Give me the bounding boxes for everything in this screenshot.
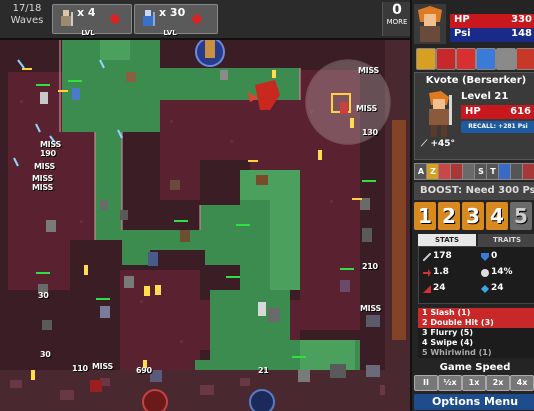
skill-tab[interactable] <box>522 163 534 180</box>
hero-info-box: Kvote (Berserker) Level 21 HP 616 RECALL… <box>414 72 534 160</box>
enemy-group-1[interactable]: x 4 LVL 43 <box>52 4 132 65</box>
hp-value: 330 <box>511 14 532 25</box>
combat-text: MISS <box>358 66 379 75</box>
lightning-ability-icon[interactable] <box>416 48 436 70</box>
hero-level: Level 21 <box>461 91 509 102</box>
stat-evade: 14% <box>491 267 513 277</box>
enemy-unit-icon <box>61 10 73 26</box>
sword-icon: ⟋ <box>421 139 428 149</box>
stat-psi: 24 <box>491 283 504 293</box>
skill-item-double-hit[interactable]: 2 Double Hit (3) <box>418 318 534 328</box>
hero-panel: HP 330 Psi 148 Kvote (Berserker) Level 2… <box>410 0 534 411</box>
game-speed-label: Game Speed <box>439 362 511 373</box>
hp-label: HP <box>454 14 470 25</box>
combat-text: MISS <box>92 362 113 371</box>
skill-tab-row: A Z S T <box>414 162 534 180</box>
stats-tabs: STATS TRAITS <box>418 234 534 246</box>
shield-icon <box>481 253 489 261</box>
stat-range: 24 <box>433 283 446 293</box>
enemy-group-count: x 30 <box>159 6 186 19</box>
hero-sprite <box>429 91 452 137</box>
stat-defense: 0 <box>491 251 498 261</box>
boost-status: BOOST: Need 300 Psi <box>414 182 534 200</box>
combat-text: MISS MISS <box>32 174 53 192</box>
skill-level-row: 1 2 3 4 5 <box>414 202 534 232</box>
level-button[interactable]: 2 <box>438 202 460 230</box>
speed-4x-button[interactable]: 4x <box>510 375 534 391</box>
pause-button[interactable]: II <box>414 375 438 391</box>
level-button[interactable]: 4 <box>486 202 508 230</box>
skill-item-whirlwind[interactable]: 5 Whirlwind (1) <box>418 348 534 358</box>
tab-stats[interactable]: STATS <box>418 234 476 246</box>
options-menu-button[interactable]: Options Menu <box>414 394 534 410</box>
enemy-unit-icon <box>143 10 155 26</box>
skill-item-swipe[interactable]: 4 Swipe (4) <box>418 338 534 348</box>
combat-text: MISS <box>360 304 381 313</box>
fire-ability-icon[interactable] <box>516 48 534 70</box>
level-button[interactable]: 5 <box>510 202 532 230</box>
combat-text: 210 <box>362 262 378 271</box>
sword-icon <box>423 253 431 261</box>
hero-hp-value: 616 <box>510 106 531 117</box>
health-cross-icon <box>192 14 202 24</box>
combat-text: 130 <box>362 128 378 137</box>
skill-item-flurry[interactable]: 3 Flurry (5) <box>418 328 534 338</box>
combat-text: 30 <box>40 350 51 359</box>
wave-number: 17/18 <box>12 3 42 14</box>
stat-speed: 1.8 <box>433 267 449 277</box>
skill-item-slash[interactable]: 1 Slash (1) <box>418 308 534 318</box>
wave-label: Waves <box>10 15 44 26</box>
hero-hp-bar: HP 330 <box>450 14 534 28</box>
more-waves-button[interactable]: 0 MORE <box>382 2 411 36</box>
psi-value: 148 <box>511 28 532 39</box>
wave-counter: 17/18 Waves <box>4 3 50 27</box>
enemy-group-count: x 4 <box>77 6 96 19</box>
hero-psi-bar: Psi 148 <box>450 28 534 42</box>
combat-text: 30 <box>38 291 49 300</box>
speed-half-button[interactable]: ½x <box>438 375 462 391</box>
more-count: 0 <box>392 2 402 18</box>
hero-attack: ⟋ +45° <box>421 139 455 149</box>
enemy-group-2[interactable]: x 30 LVL 46 <box>134 4 218 65</box>
terrain <box>0 40 410 411</box>
skill-list: 1 Slash (1) 2 Double Hit (3) 3 Flurry (5… <box>418 308 534 360</box>
combat-text: 690 <box>136 366 152 375</box>
range-icon <box>423 285 431 293</box>
more-label: MORE <box>386 18 408 26</box>
combat-text: MISS <box>34 162 55 171</box>
skull-icon <box>481 269 489 277</box>
hero-hp: HP 616 <box>461 105 534 119</box>
hero-name: Kvote (Berserker) <box>425 75 527 86</box>
tab-traits[interactable]: TRAITS <box>478 234 534 246</box>
speed-2x-button[interactable]: 2x <box>486 375 510 391</box>
heal-ability-icon[interactable] <box>456 48 476 70</box>
level-button[interactable]: 1 <box>414 202 436 230</box>
stat-attack: 178 <box>433 251 452 261</box>
psi-icon <box>481 285 489 293</box>
combat-text: 110 <box>72 364 88 373</box>
combat-text: MISS 190 <box>40 140 61 158</box>
wave-bar: 17/18 Waves x 4 LVL 43 x 30 LVL 46 0 MOR… <box>0 0 411 65</box>
battle-map[interactable]: MISS 190 MISS MISS MISS 130 MISS 30 30 2… <box>0 40 410 411</box>
hero-hp-label: HP <box>465 106 481 117</box>
rage-ability-icon[interactable] <box>436 48 456 70</box>
speed-icon <box>423 269 431 277</box>
psi-label: Psi <box>454 28 471 39</box>
health-cross-icon <box>110 14 120 24</box>
recall-button[interactable]: RECALL: +281 Psi <box>461 121 534 133</box>
speed-1x-button[interactable]: 1x <box>462 375 486 391</box>
game-screen: 17/18 Waves x 4 LVL 43 x 30 LVL 46 0 MOR… <box>0 0 534 411</box>
hero-portrait[interactable] <box>414 4 446 44</box>
combat-text: 21 <box>258 366 269 375</box>
hand-ability-icon[interactable] <box>496 48 516 70</box>
level-button[interactable]: 3 <box>462 202 484 230</box>
combat-text: MISS <box>356 104 377 113</box>
ability-bar <box>416 48 534 70</box>
stats-box: 178 0 1.8 14% 24 24 <box>418 246 534 304</box>
water-ability-icon[interactable] <box>476 48 496 70</box>
hero-attack-value: +45° <box>430 139 456 149</box>
game-speed-controls: II ½x 1x 2x 4x <box>414 375 534 391</box>
